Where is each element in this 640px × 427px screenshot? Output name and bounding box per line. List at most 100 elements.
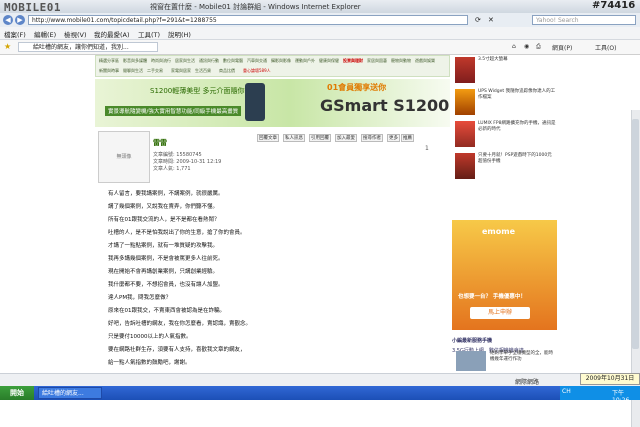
back-icon[interactable]: ◀ <box>3 15 13 25</box>
sidebar-ad-text: LUMIX FP8網路擴充你的手機，通訊是必新的時代 <box>478 121 556 132</box>
nav-link[interactable]: 家居與園藝 <box>367 58 387 64</box>
input-method-indicator[interactable]: CH <box>562 388 571 395</box>
product-thumbnail <box>455 89 475 115</box>
menu-tools[interactable]: 工具(T) <box>138 29 160 39</box>
quote-button[interactable]: 引用回覆 <box>309 134 331 142</box>
product-thumbnail <box>455 121 475 147</box>
menu-file[interactable]: 檔案(F) <box>4 29 26 39</box>
sidebar-heading: 小編最新服務手機 <box>452 338 493 344</box>
tab-current[interactable]: 給吐槽的網友，讓你們知道，我別... <box>18 42 158 52</box>
print-icon[interactable]: ⎙ <box>536 43 541 51</box>
forward-icon[interactable]: ▶ <box>15 15 25 25</box>
nav-link-forum-count[interactable]: 重心論壇589人 <box>243 68 271 74</box>
nav-link[interactable]: 影音與多媒體 <box>123 58 147 64</box>
post-floor-number: 1 <box>425 145 429 152</box>
apply-button[interactable]: 馬上申辦 <box>470 307 530 319</box>
post-line: 只是要付10000以上的人氣指數。 <box>108 334 192 340</box>
menu-help[interactable]: 說明(H) <box>168 29 191 39</box>
favorites-star-icon[interactable]: ★ <box>4 42 11 51</box>
post-line: 我再多講幾個案例，不是會被罵更多人往前死。 <box>108 256 224 262</box>
date-tooltip: 2009年10月31日 <box>580 373 640 385</box>
nav-link[interactable]: 健康與保健 <box>319 58 339 64</box>
search-input[interactable]: Yahoo! Search <box>532 15 636 25</box>
post-line: 我什麼都不要，不想招會員，也沒有讓人加盟。 <box>108 282 224 288</box>
page-content: 精選分享區 影音與多媒體 時尚與流行 居家與生活 通訊與行動 數位與電腦 汽車與… <box>0 55 640 427</box>
home-icon[interactable]: ⌂ <box>512 43 516 50</box>
nav-link[interactable]: 家電與居家 <box>171 68 191 74</box>
sidebar-ad-text: 只要十月就！PSP遊戲時下的1000元超值份手機 <box>478 153 552 164</box>
taskbar: 開始 給吐槽的網友... CH 下午 10:26 <box>0 386 640 404</box>
url-input[interactable]: http://www.mobile01.com/topicdetail.php?… <box>28 15 468 25</box>
sidebar-ad[interactable]: 3.5寸超大螢幕 <box>452 55 557 87</box>
post-line: 達人PM我，問我怎麼做？ <box>108 295 172 301</box>
nav-link[interactable]: 時尚與流行 <box>151 58 171 64</box>
nav-link-highlight[interactable]: 投資與理財 <box>343 58 363 64</box>
sidebar-ad[interactable]: LUMIX FP8網路擴充你的手機，通訊是必新的時代 <box>452 119 557 151</box>
sidebar-ad[interactable]: 只要十月就！PSP遊戲時下的1000元超值份手機 <box>452 151 557 183</box>
post-views: 文章人氣: 1,771 <box>153 166 191 172</box>
menu-edit[interactable]: 編輯(E) <box>34 29 56 39</box>
sidebar-news-text: 絕對學單手全穩機型的全，能時機幾年運行作功 <box>490 351 553 362</box>
nav-link[interactable]: 新聞與時事 <box>99 68 119 74</box>
news-thumbnail[interactable] <box>456 351 486 371</box>
post-actions: 回覆文章 私人訊息 引用回覆 加入最愛 搜尋作者 更多 推薦 <box>257 134 443 152</box>
more-button[interactable]: 更多 <box>387 134 400 142</box>
nav-link[interactable]: 遊戲與娛樂 <box>415 58 435 64</box>
status-bar: 網際網路 <box>0 373 640 387</box>
emome-text: 也想要一台？ 手機優惠中！ <box>458 294 526 300</box>
address-bar: ◀ ▶ http://www.mobile01.com/topicdetail.… <box>0 13 640 27</box>
post-author[interactable]: 雷雷 <box>153 138 167 148</box>
product-thumbnail <box>455 57 475 83</box>
site-nav-grid: 精選分享區 影音與多媒體 時尚與流行 居家與生活 通訊與行動 數位與電腦 汽車與… <box>95 55 450 77</box>
watermark: #74416 <box>592 0 636 11</box>
phone-image <box>245 83 265 121</box>
taskbar-item-ie[interactable]: 給吐槽的網友... <box>38 387 102 399</box>
nav-link[interactable]: 商品比價 <box>219 68 235 74</box>
emome-logo: emome <box>482 227 516 236</box>
tools-menu[interactable]: 工具(O) <box>595 43 616 52</box>
banner-subline: 實景導航隨變機/強大實用智慧功能/同級手機最高畫質 <box>105 106 242 116</box>
menu-bar: 檔案(F) 編輯(E) 檢視(V) 我的最愛(A) 工具(T) 說明(H) <box>0 27 640 40</box>
start-button[interactable]: 開始 <box>0 386 34 400</box>
refresh-icon[interactable]: ⟳ <box>475 16 481 24</box>
banner-brand: GSmart S1200 <box>320 96 450 115</box>
nav-link[interactable]: 居家與生活 <box>175 58 195 64</box>
nav-link[interactable]: 攝影與影像 <box>271 58 291 64</box>
nav-link[interactable]: 生活百貨 <box>195 68 211 74</box>
post-time: 文章時間: 2009-10-31 12:19 <box>153 159 222 165</box>
nav-link[interactable]: 通訊與行動 <box>199 58 219 64</box>
menu-view[interactable]: 檢視(V) <box>64 29 87 39</box>
emome-ad[interactable]: emome 也想要一台？ 手機優惠中！ 馬上申辦 <box>452 220 557 330</box>
security-zone: 網際網路 <box>515 379 540 386</box>
reply-button[interactable]: 回覆文章 <box>257 134 279 142</box>
add-favorite-button[interactable]: 加入最愛 <box>335 134 357 142</box>
banner-promo: 01會員獨享送你 <box>327 83 387 92</box>
private-message-button[interactable]: 私人訊息 <box>283 134 305 142</box>
nav-link[interactable]: 精選分享區 <box>99 58 119 64</box>
ad-banner[interactable]: S1200輕薄美型 多元介面隨你行 實景導航隨變機/強大實用智慧功能/同級手機最… <box>95 79 450 127</box>
nav-link[interactable]: 運動與戶外 <box>295 58 315 64</box>
nav-link[interactable]: 二手交易 <box>147 68 163 74</box>
search-author-button[interactable]: 搜尋作者 <box>361 134 383 142</box>
title-bar: MOBILE01 視窗在置什麼 - Mobile01 討論群組 - Window… <box>0 0 640 14</box>
nav-link[interactable]: 閒聊與生活 <box>123 68 143 74</box>
recommend-button[interactable]: 推薦 <box>401 134 414 142</box>
page-menu[interactable]: 網頁(P) <box>552 43 572 52</box>
post-line: 有人留言，要我講案例，不講案例，就很嚴厲。 <box>108 191 224 197</box>
post-line: 現在開始不會再講創業案例，只講創業經驗。 <box>108 269 219 275</box>
sidebar-ad[interactable]: UPS Widget 我隨你追踪像你達人的工作檔案 <box>452 87 557 119</box>
post-line: 好吧，告訴吐槽的網友，我在你怎麼看，賣認識，賣觀念。 <box>108 321 252 327</box>
sidebar-ad-text: 3.5寸超大螢幕 <box>478 57 508 62</box>
sidebar: 3.5寸超大螢幕 UPS Widget 我隨你追踪像你達人的工作檔案 LUMIX… <box>452 55 557 372</box>
post-line: 所有在01跟我交流的人，是不是都在看熱鬧？ <box>108 217 220 223</box>
post-line: 吐槽的人，是不是怕我說出了你的生意，搶了你的會員。 <box>108 230 246 236</box>
avatar[interactable]: 無頭像 <box>98 131 150 183</box>
feed-icon[interactable]: ◉ <box>524 43 529 50</box>
nav-link[interactable]: 數位與電腦 <box>223 58 243 64</box>
clock[interactable]: 下午 10:26 <box>612 388 640 404</box>
nav-link[interactable]: 寵物與動物 <box>391 58 411 64</box>
scrollbar-thumb[interactable] <box>632 119 639 349</box>
nav-link[interactable]: 汽車與交通 <box>247 58 267 64</box>
menu-favorites[interactable]: 我的最愛(A) <box>94 29 130 39</box>
stop-icon[interactable]: ✕ <box>488 16 494 24</box>
